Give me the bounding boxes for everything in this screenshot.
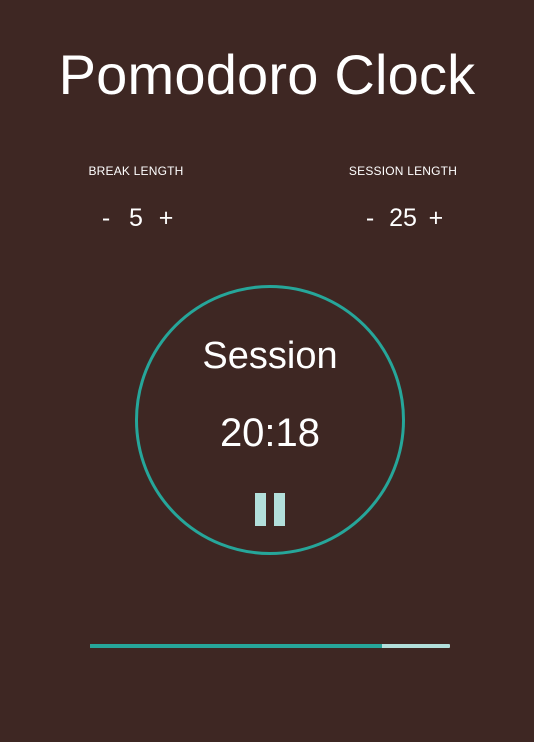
break-length-value: 5 <box>129 204 143 232</box>
session-progress-fill <box>90 644 383 648</box>
break-length-label: BREAK LENGTH <box>88 164 184 178</box>
session-length-label: SESSION LENGTH <box>348 164 458 178</box>
timer-circle: Session 20:18 <box>135 285 405 555</box>
break-increment-button[interactable]: + <box>157 203 175 233</box>
session-progress-bar <box>90 644 450 648</box>
break-length-stepper: - 5 + <box>46 203 226 233</box>
break-length-setting: BREAK LENGTH - 5 + <box>46 164 226 233</box>
session-length-setting: SESSION LENGTH - 25 + <box>313 164 493 233</box>
timer-label: Session <box>202 335 338 377</box>
pause-button[interactable] <box>255 493 285 526</box>
page-title: Pomodoro Clock <box>58 43 476 106</box>
session-increment-button[interactable]: + <box>427 203 445 233</box>
session-length-stepper: - 25 + <box>313 203 493 233</box>
session-length-value: 25 <box>389 204 417 232</box>
timer-time: 20:18 <box>219 411 321 455</box>
break-decrement-button[interactable]: - <box>97 203 115 233</box>
session-decrement-button[interactable]: - <box>361 203 379 233</box>
